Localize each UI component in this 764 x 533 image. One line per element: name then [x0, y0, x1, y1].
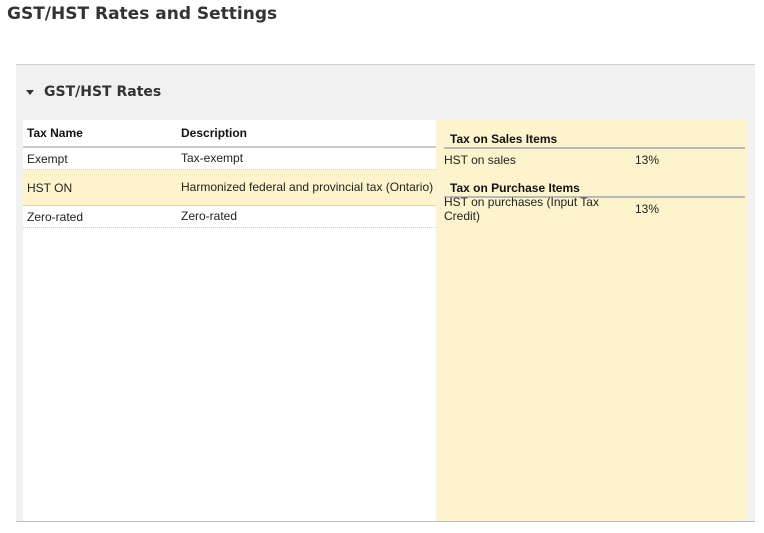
tax-row-zero-rated[interactable]: Zero-rated Zero-rated [23, 206, 436, 228]
tax-list-header: Tax Name Description [23, 120, 436, 148]
purchase-rate-label: HST on purchases (Input Tax Credit) [444, 194, 599, 223]
sales-rate-label: HST on sales [444, 152, 516, 167]
tax-list: Tax Name Description Exempt Tax-exempt H… [23, 120, 436, 521]
tax-name-cell: Exempt [27, 151, 68, 166]
tax-description-cell: Tax-exempt [181, 151, 244, 165]
purchase-rate-row: HST on purchases (Input Tax Credit) 13% [437, 195, 748, 223]
column-header-tax-name[interactable]: Tax Name [23, 126, 177, 140]
page-title: GST/HST Rates and Settings [7, 4, 278, 24]
tax-row-hst-on[interactable]: HST ON Harmonized federal and provincial… [23, 170, 436, 206]
panel-title: GST/HST Rates [44, 84, 162, 100]
gst-hst-rates-panel: GST/HST Rates Tax Name Description Exemp… [16, 64, 755, 522]
tax-name-cell: HST ON [27, 180, 73, 195]
purchase-rate-value: 13% [635, 201, 660, 216]
caret-down-icon[interactable] [26, 90, 34, 95]
tax-row-exempt[interactable]: Exempt Tax-exempt [23, 148, 436, 170]
column-header-description[interactable]: Description [177, 126, 436, 140]
tax-details-pane: Tax on Sales Items HST on sales 13% Tax … [437, 120, 748, 521]
panel-header[interactable]: GST/HST Rates [16, 65, 755, 119]
tax-description-cell: Zero-rated [181, 209, 238, 223]
sales-rate-value: 13% [635, 152, 660, 167]
tax-description-cell: Harmonized federal and provincial tax (O… [181, 180, 434, 194]
tax-name-cell: Zero-rated [27, 209, 84, 224]
sales-section-heading: Tax on Sales Items [444, 130, 745, 149]
sales-rate-row: HST on sales 13% [437, 149, 748, 170]
